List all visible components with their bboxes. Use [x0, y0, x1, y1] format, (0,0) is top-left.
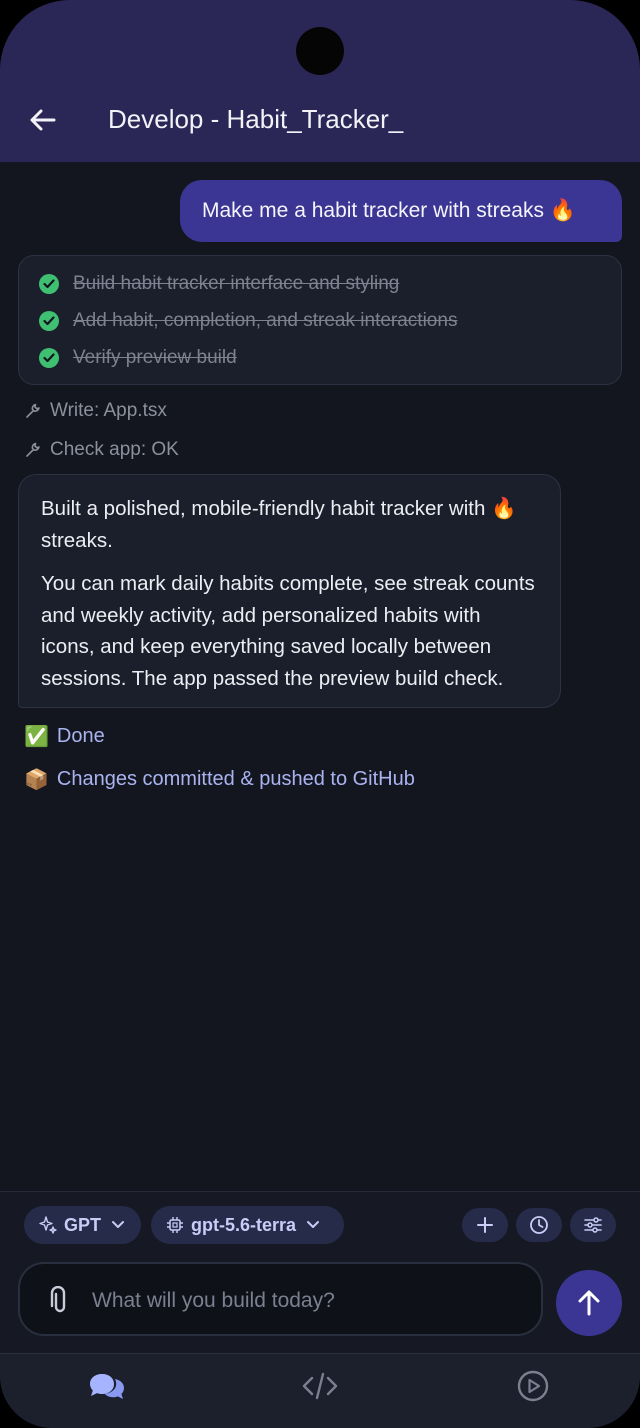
chevron-down-icon — [112, 1221, 125, 1228]
composer — [0, 1255, 640, 1353]
provider-selector[interactable]: GPT — [24, 1206, 141, 1244]
send-button[interactable] — [556, 1270, 622, 1336]
nav-code[interactable] — [295, 1366, 345, 1406]
todo-label: Add habit, completion, and streak intera… — [73, 310, 458, 331]
bottom-navigation — [0, 1353, 640, 1428]
todo-label: Build habit tracker interface and stylin… — [73, 273, 400, 294]
arrow-up-icon — [578, 1290, 600, 1316]
play-circle-icon — [517, 1370, 549, 1402]
add-button[interactable] — [462, 1208, 508, 1242]
status-done: ✅ Done — [24, 721, 105, 751]
assistant-paragraph: Built a polished, mobile-friendly habit … — [41, 497, 517, 552]
tool-call-line: Check app: OK — [24, 437, 179, 463]
model-label: gpt-5.6-terra — [191, 1214, 297, 1235]
assistant-paragraph: You can mark daily habits complete, see … — [41, 572, 535, 690]
back-button[interactable] — [22, 100, 62, 140]
paperclip-icon[interactable] — [46, 1286, 74, 1316]
composer-toolbar: GPT gpt-5.6-terra — [0, 1191, 640, 1255]
provider-label: GPT — [64, 1214, 102, 1235]
status-commit-text: Changes committed & pushed to GitHub — [56, 767, 415, 790]
history-button[interactable] — [516, 1208, 562, 1242]
code-icon — [302, 1372, 338, 1400]
camera-cutout — [296, 27, 344, 75]
check-mark-icon: ✅ — [24, 725, 49, 748]
message-input-container — [18, 1262, 543, 1336]
check-circle-icon — [39, 348, 59, 368]
wrench-icon — [26, 442, 40, 457]
todo-checklist: Build habit tracker interface and stylin… — [18, 255, 622, 385]
settings-button[interactable] — [570, 1208, 616, 1242]
plus-icon — [477, 1217, 493, 1233]
tool-call-line: Write: App.tsx — [24, 398, 167, 424]
chat-bubbles-icon — [90, 1374, 124, 1399]
tool-call-label: Write: App.tsx — [50, 400, 167, 421]
status-done-text: Done — [56, 724, 105, 747]
nav-preview[interactable] — [508, 1366, 558, 1406]
user-message-text: Make me a habit tracker with streaks 🔥 — [202, 199, 576, 222]
todo-item: Verify preview build — [39, 345, 237, 371]
chip-icon — [167, 1217, 183, 1233]
clock-icon — [530, 1216, 548, 1234]
todo-item: Build habit tracker interface and stylin… — [39, 271, 399, 297]
user-message-bubble: Make me a habit tracker with streaks 🔥 — [180, 180, 622, 242]
package-icon: 📦 — [24, 768, 49, 791]
todo-label: Verify preview build — [73, 347, 237, 368]
sliders-icon — [584, 1217, 602, 1233]
chevron-down-icon — [307, 1221, 320, 1228]
arrow-left-icon — [30, 109, 56, 131]
sparkles-icon — [39, 1216, 57, 1234]
todo-item: Add habit, completion, and streak intera… — [39, 308, 457, 334]
phone-screen: Develop - Habit_Tracker_ Make me a habit… — [0, 0, 640, 1428]
check-circle-icon — [39, 311, 59, 331]
model-selector[interactable]: gpt-5.6-terra — [151, 1206, 344, 1244]
assistant-message-bubble: Built a polished, mobile-friendly habit … — [18, 474, 561, 708]
check-circle-icon — [39, 274, 59, 294]
page-title: Develop - Habit_Tracker_ — [108, 104, 404, 134]
status-commit: 📦 Changes committed & pushed to GitHub — [24, 764, 415, 794]
message-input[interactable] — [92, 1284, 522, 1318]
wrench-icon — [26, 403, 40, 418]
nav-chat[interactable] — [82, 1366, 132, 1406]
app-header: Develop - Habit_Tracker_ — [0, 0, 640, 162]
tool-call-label: Check app: OK — [50, 439, 179, 460]
